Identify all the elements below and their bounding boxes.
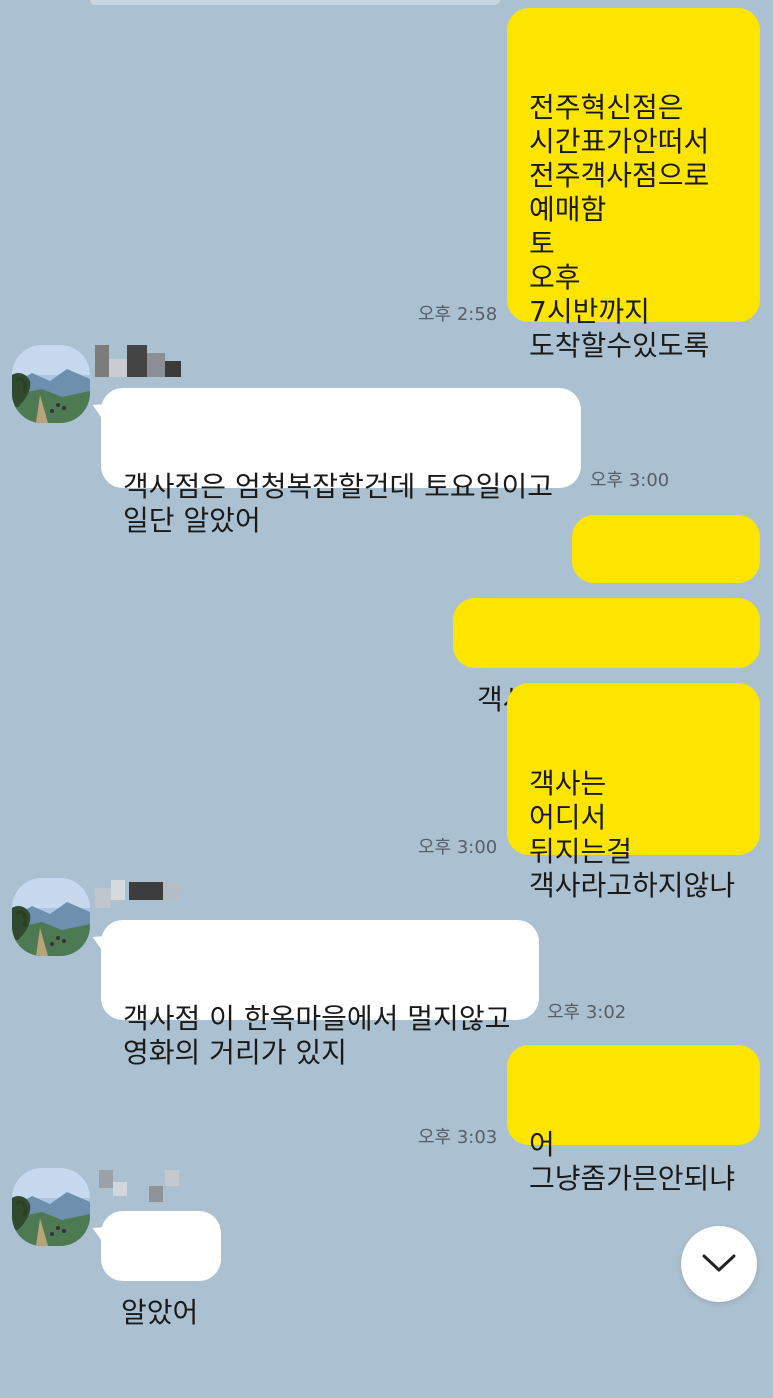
message-line: 어디서	[529, 801, 607, 834]
message-line: 영화의 거리가 있지	[123, 1036, 347, 1069]
avatar-image	[12, 345, 90, 423]
message-timestamp: 오후 3:00	[590, 470, 670, 491]
message-timestamp: 오후 3:02	[547, 1002, 627, 1023]
message-line: 도착할수있도록	[529, 329, 710, 362]
message-line: 알았어	[121, 1296, 199, 1329]
message-text: 객사는 어디서 뒤지는걸 객사라고하지않나	[529, 767, 760, 903]
avatar[interactable]	[12, 878, 90, 956]
sender-name-blurred	[95, 1168, 185, 1202]
message-line: 7시반까지	[529, 295, 650, 328]
message-text: 알았어	[121, 1296, 221, 1330]
their-message-bubble[interactable]: 객사점 이 한옥마을에서 멀지않고 영화의 거리가 있지	[101, 920, 539, 1069]
avatar[interactable]	[12, 1168, 90, 1246]
my-message-bubble[interactable]: 전주혁신점은 시간표가안떠서 전주객사점으로 예매함 토 오후 7시반까지 도착할수있도록	[507, 8, 760, 362]
their-message-bubble[interactable]: 객사점은 엄청복잡할건데 토요일이고 일단 알았어	[101, 388, 581, 537]
message-timestamp: 오후 3:03	[418, 1127, 498, 1148]
message-timestamp: 오후 2:58	[418, 304, 498, 325]
chevron-down-icon	[702, 1254, 736, 1272]
message-text: 객사점 이 한옥마을에서 멀지않고 영화의 거리가 있지	[123, 1002, 539, 1070]
message-line: 객사는	[529, 767, 607, 800]
their-message-bubble[interactable]: 알았어	[101, 1211, 221, 1329]
message-line: 객사라고하지않나	[529, 869, 736, 902]
my-message-bubble[interactable]: 객사는 어디서 뒤지는걸 객사라고하지않나	[507, 683, 760, 902]
message-line: 토	[529, 227, 555, 260]
message-line: 그냥좀가믄안되냐	[529, 1162, 736, 1195]
avatar[interactable]	[12, 345, 90, 423]
message-line: 객사점은 엄청복잡할건데 토요일이고	[123, 470, 553, 503]
message-line: 전주객사점으로	[529, 159, 710, 192]
sender-name-blurred	[95, 345, 185, 377]
message-line: 뒤지는걸	[529, 835, 633, 868]
my-message-bubble[interactable]: 어 그냥좀가믄안되냐	[507, 1045, 760, 1195]
message-timestamp: 오후 3:00	[418, 837, 498, 858]
message-line: 일단 알았어	[123, 504, 261, 537]
message-text: 전주혁신점은 시간표가안떠서 전주객사점으로 예매함 토 오후 7시반까지 도착할수있도록	[529, 91, 760, 363]
message-line: 객사점 이 한옥마을에서 멀지않고	[123, 1002, 511, 1035]
chat-area: 전주혁신점은 시간표가안떠서 전주객사점으로 예매함 토 오후 7시반까지 도착할수있도록 오…	[0, 0, 773, 1329]
my-message-bubble[interactable]: 어쩔수 없어	[572, 515, 760, 632]
sender-name-blurred	[95, 880, 185, 910]
message-line: 시간표가안떠서	[529, 125, 710, 158]
message-line: 예매함	[529, 193, 607, 226]
message-line: 오후	[529, 261, 581, 294]
avatar-image	[12, 878, 90, 956]
message-text: 어 그냥좀가믄안되냐	[529, 1128, 760, 1196]
message-line: 전주혁신점은	[529, 91, 684, 124]
previous-message-edge	[90, 0, 500, 5]
message-text: 객사점은 엄청복잡할건데 토요일이고 일단 알았어	[123, 470, 581, 538]
message-line: 어	[529, 1128, 555, 1161]
my-message-bubble[interactable]: 객사가뭔지도몰라나는	[453, 598, 760, 716]
avatar-image	[12, 1168, 90, 1246]
